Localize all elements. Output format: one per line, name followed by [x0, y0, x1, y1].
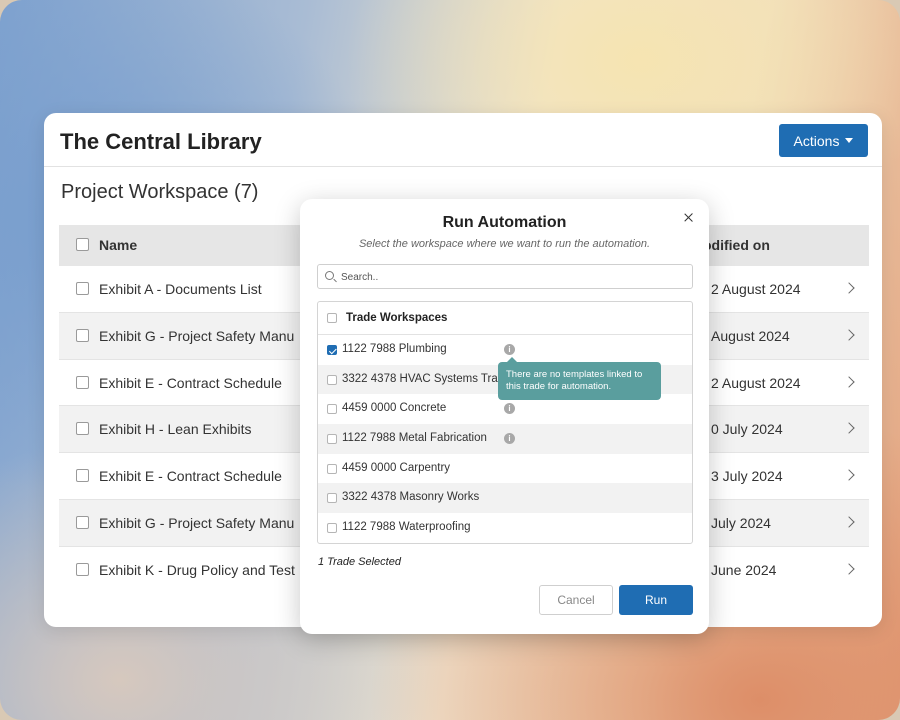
row-name: Exhibit A - Documents List: [99, 281, 262, 297]
panel-header: The Central Library Actions: [44, 113, 882, 167]
caret-down-icon: [845, 138, 854, 143]
column-header-modified[interactable]: odified on: [703, 237, 770, 253]
info-icon[interactable]: i: [504, 433, 515, 445]
info-icon[interactable]: i: [504, 403, 515, 415]
list-item[interactable]: 4459 0000 Carpentry: [318, 454, 692, 484]
trade-checkbox[interactable]: [327, 404, 337, 415]
row-name: Exhibit E - Contract Schedule: [99, 374, 282, 391]
run-automation-dialog: Run Automation Select the workspace wher…: [300, 199, 709, 634]
row-checkbox[interactable]: [76, 328, 89, 342]
actions-button[interactable]: Actions: [779, 124, 868, 157]
trade-checkbox[interactable]: [327, 374, 337, 385]
selected-count: 1 Trade Selected: [318, 556, 401, 568]
run-button[interactable]: Run: [619, 585, 693, 615]
trade-checkbox[interactable]: [327, 523, 337, 534]
select-all-trades-checkbox[interactable]: [327, 313, 337, 323]
trade-label: 1122 7988 Plumbing: [342, 343, 447, 355]
row-checkbox[interactable]: [76, 422, 89, 436]
workspace-title: Project Workspace (7): [61, 181, 259, 203]
close-icon[interactable]: [682, 211, 696, 225]
row-name: Exhibit H - Lean Exhibits: [99, 421, 252, 438]
search-box: [317, 264, 693, 289]
dialog-title: Run Automation: [442, 214, 567, 231]
row-checkbox[interactable]: [76, 469, 89, 483]
row-modified: 0 July 2024: [711, 421, 783, 438]
column-header-name[interactable]: Name: [99, 237, 137, 253]
trade-label: 3322 4378 HVAC Systems Tra: [342, 372, 498, 385]
row-modified: 2 August 2024: [711, 374, 801, 391]
info-tooltip: There are no templates linked to this tr…: [498, 357, 661, 400]
trade-checkbox-checked[interactable]: [327, 345, 337, 355]
trade-checkbox[interactable]: [327, 493, 337, 504]
trade-workspace-list: Trade Workspaces 1122 7988 Plumbing i 33…: [317, 301, 693, 544]
row-modified: June 2024: [711, 561, 777, 578]
list-item[interactable]: 1122 7988 Plumbing i: [318, 335, 692, 365]
trade-label: 1122 7988 Waterproofing: [342, 521, 471, 534]
row-name: Exhibit E - Contract Schedule: [99, 468, 282, 485]
page-title: The Central Library: [60, 129, 262, 154]
trade-label: 4459 0000 Concrete: [342, 402, 447, 415]
chevron-right-icon[interactable]: [843, 422, 855, 435]
row-modified: 2 August 2024: [711, 281, 801, 297]
row-checkbox[interactable]: [76, 375, 89, 389]
dialog-subtitle: Select the workspace where we want to ru…: [358, 238, 651, 250]
row-modified: August 2024: [711, 327, 790, 344]
chevron-right-icon[interactable]: [843, 563, 855, 575]
list-item[interactable]: 1122 7988 Metal Fabrication i: [318, 424, 692, 454]
row-name: Exhibit K - Drug Policy and Test: [99, 561, 295, 578]
trade-label: 1122 7988 Metal Fabrication: [342, 432, 487, 445]
chevron-right-icon[interactable]: [843, 516, 855, 528]
row-checkbox[interactable]: [76, 515, 89, 529]
trade-label: 3322 4378 Masonry Works: [342, 491, 480, 504]
trade-label: 4459 0000 Carpentry: [342, 461, 451, 474]
actions-button-label: Actions: [793, 132, 840, 149]
row-name: Exhibit G - Project Safety Manu: [99, 327, 295, 344]
chevron-right-icon[interactable]: [843, 329, 855, 341]
chevron-right-icon[interactable]: [843, 469, 855, 481]
list-header-label: Trade Workspaces: [346, 312, 448, 324]
row-checkbox[interactable]: [76, 562, 89, 576]
chevron-right-icon[interactable]: [843, 375, 855, 388]
trade-checkbox[interactable]: [327, 434, 337, 445]
row-modified: July 2024: [711, 514, 771, 531]
list-header: Trade Workspaces: [318, 302, 692, 335]
row-modified: 3 July 2024: [711, 468, 783, 485]
row-checkbox[interactable]: [76, 282, 89, 295]
search-input[interactable]: [341, 269, 681, 285]
list-item[interactable]: 3322 4378 Masonry Works: [318, 483, 692, 514]
search-icon: [325, 271, 334, 280]
select-all-checkbox[interactable]: [76, 238, 89, 251]
row-name: Exhibit G - Project Safety Manu: [99, 514, 295, 531]
info-icon[interactable]: i: [504, 344, 515, 355]
cancel-button[interactable]: Cancel: [539, 585, 613, 615]
list-item[interactable]: 1122 7988 Waterproofing: [318, 513, 692, 543]
trade-checkbox[interactable]: [327, 463, 337, 474]
chevron-right-icon[interactable]: [843, 282, 855, 294]
